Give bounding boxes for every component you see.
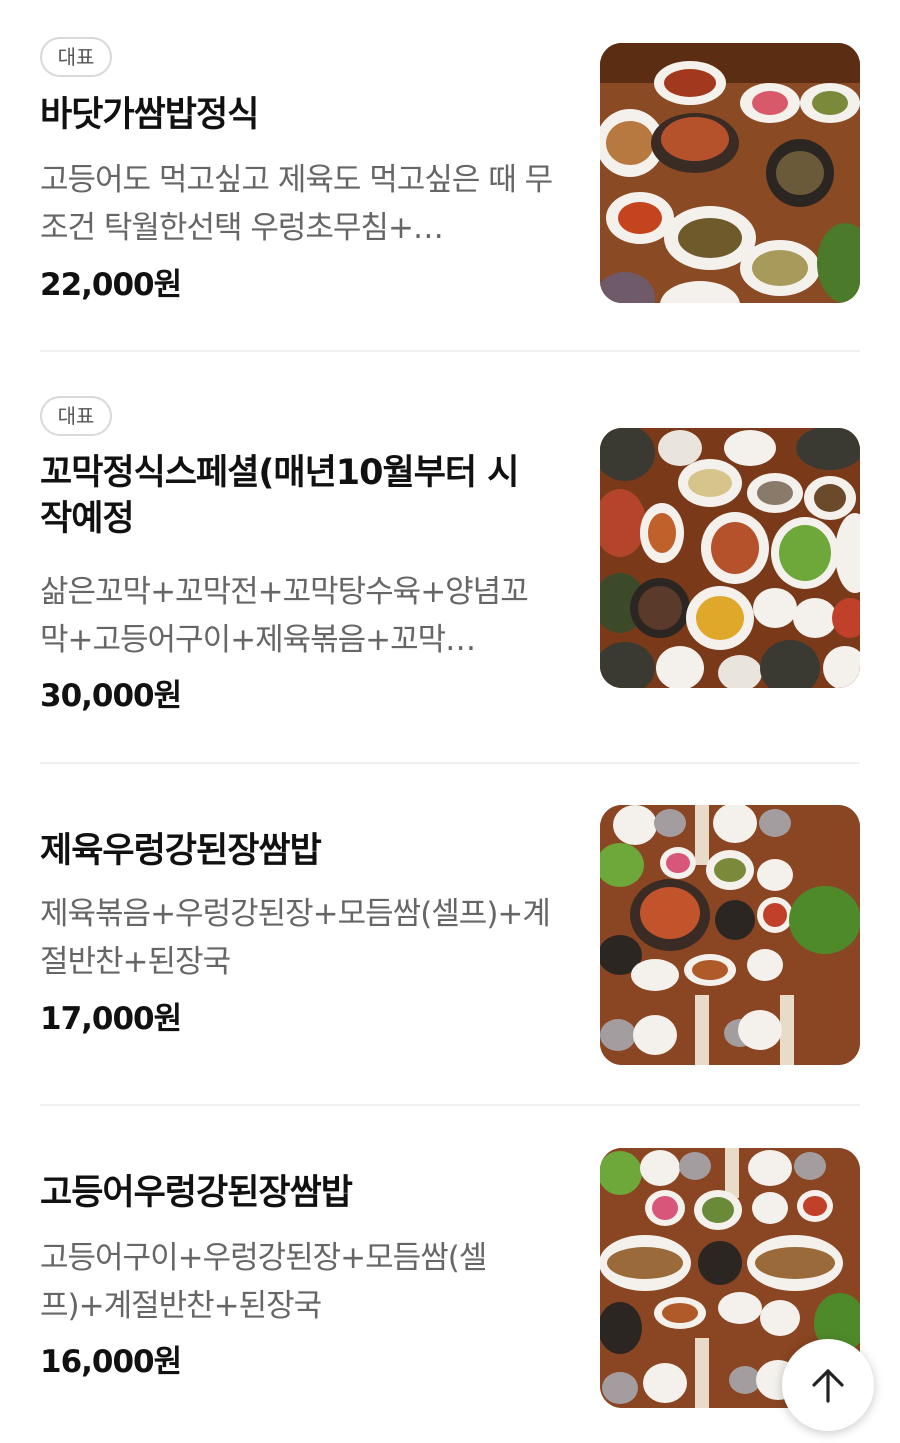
menu-item-description: 삶은꼬막+꼬막전+꼬막탕수육+양념꼬막+고등어구이+제육볶음+꼬막… bbox=[40, 574, 529, 658]
signature-badge: 대표 bbox=[40, 37, 112, 77]
menu-item[interactable]: 고등어우렁강된장쌈밥 고등어구이+우렁강된장+모듬쌈(셀프)+계절반찬+된장국 … bbox=[40, 1106, 860, 1443]
signature-badge: 대표 bbox=[40, 396, 112, 436]
scroll-to-top-button[interactable] bbox=[782, 1339, 874, 1431]
menu-item-name: 꼬막정식스페셜(매년10월부터 시작예정 bbox=[40, 453, 520, 539]
menu-item-name: 제육우렁강된장쌈밥 bbox=[40, 831, 322, 871]
menu-item-price: 17,000원 bbox=[40, 1001, 182, 1037]
menu-item-photo[interactable] bbox=[600, 805, 860, 1065]
menu-item-price: 16,000원 bbox=[40, 1344, 182, 1380]
arrow-up-icon bbox=[808, 1365, 848, 1405]
menu-item-price: 22,000원 bbox=[40, 267, 182, 303]
menu-item[interactable]: 대표 꼬막정식스페셜(매년10월부터 시작예정 삶은꼬막+꼬막전+꼬막탕수육+양… bbox=[40, 352, 860, 764]
menu-item-price: 30,000원 bbox=[40, 678, 182, 714]
menu-item-description: 고등어구이+우렁강된장+모듬쌈(셀프)+계절반찬+된장국 bbox=[40, 1240, 487, 1324]
menu-item-description: 고등어도 먹고싶고 제육도 먹고싶은 때 무조건 탁월한선택 우렁초무침+… bbox=[40, 162, 553, 246]
menu-item[interactable]: 대표 바닷가쌈밥정식 고등어도 먹고싶고 제육도 먹고싶은 때 무조건 탁월한선… bbox=[40, 0, 860, 352]
menu-item-photo[interactable] bbox=[600, 43, 860, 303]
menu-item-name: 바닷가쌈밥정식 bbox=[40, 95, 259, 135]
menu-item-description: 제육볶음+우렁강된장+모듬쌈(셀프)+계절반찬+된장국 bbox=[40, 896, 551, 980]
menu-item-photo[interactable] bbox=[600, 428, 860, 688]
menu-item-name: 고등어우렁강된장쌈밥 bbox=[40, 1173, 353, 1213]
menu-item[interactable]: 제육우렁강된장쌈밥 제육볶음+우렁강된장+모듬쌈(셀프)+계절반찬+된장국 17… bbox=[40, 764, 860, 1106]
